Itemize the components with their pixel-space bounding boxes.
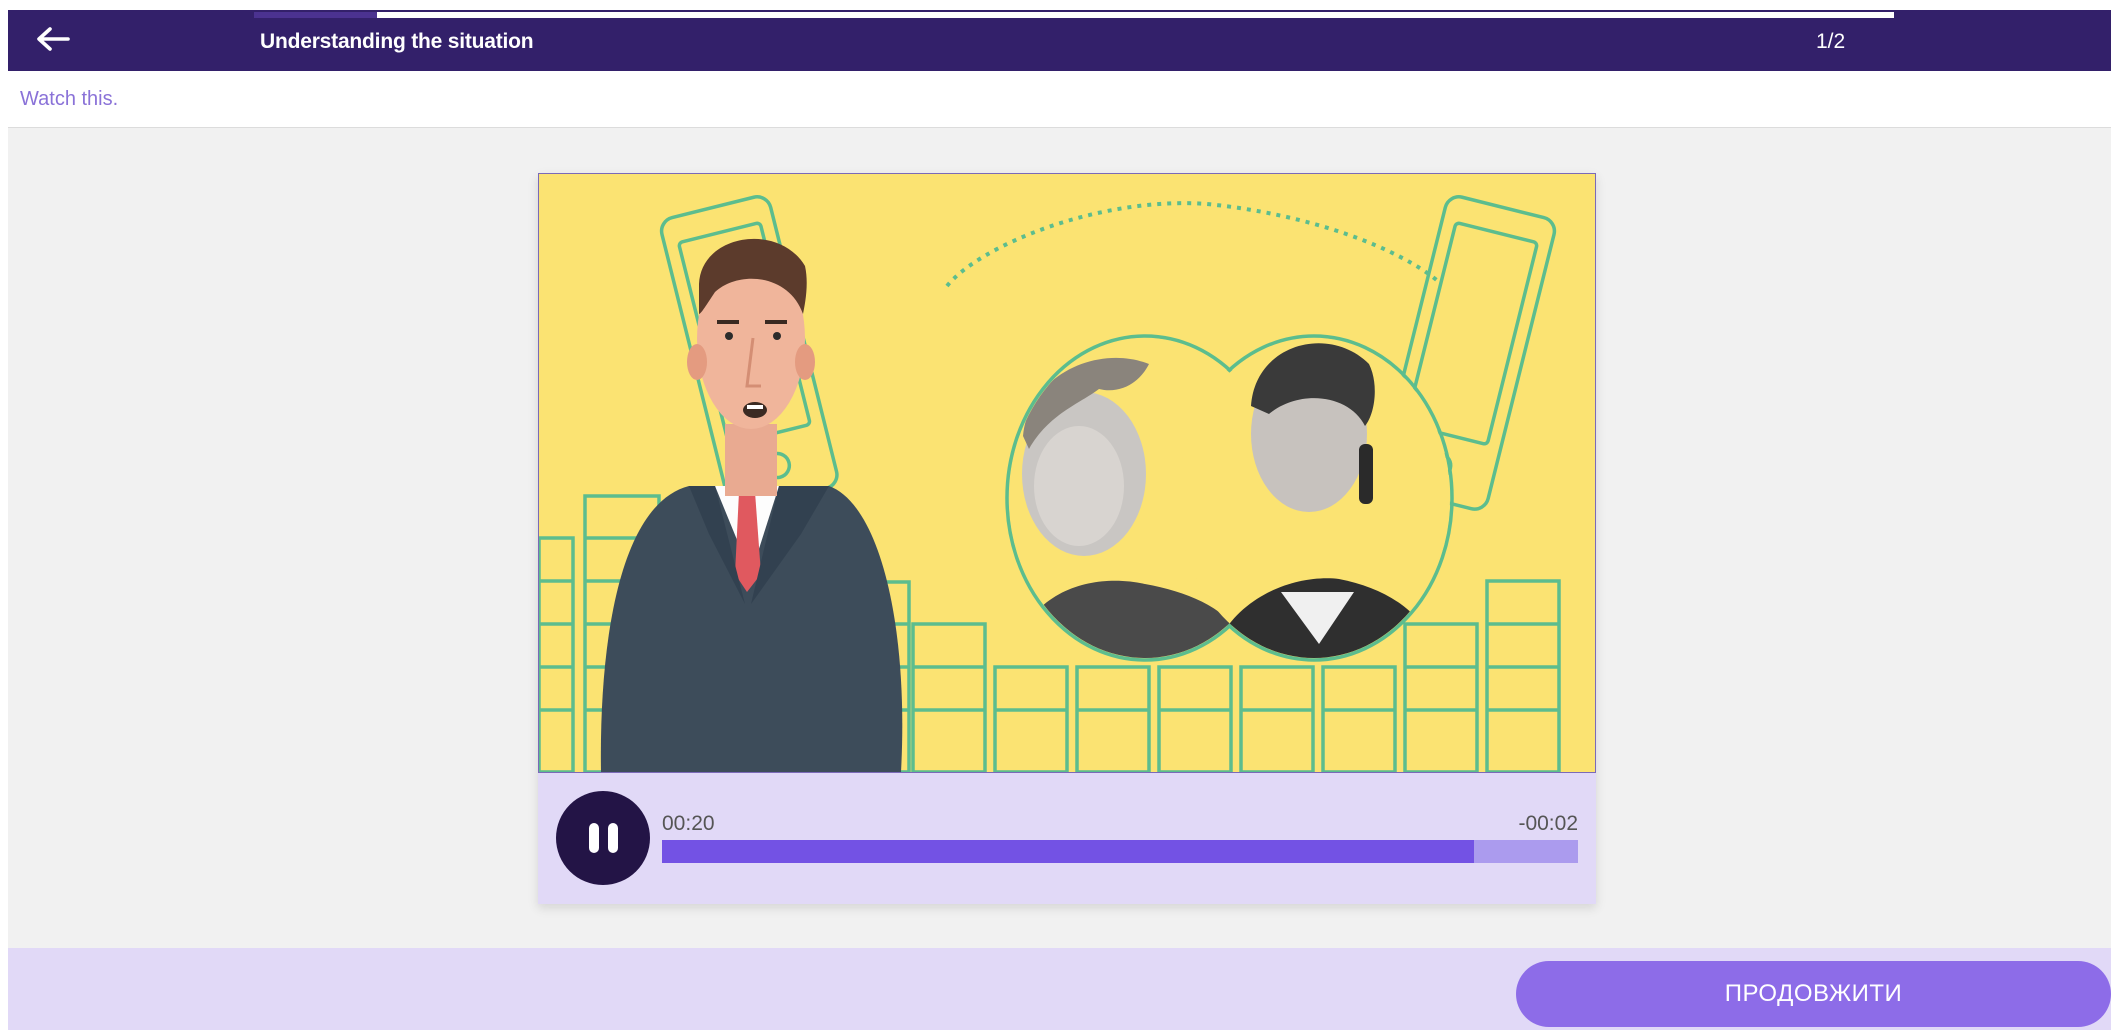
video-illustration xyxy=(539,174,1595,772)
pause-button[interactable] xyxy=(556,791,650,885)
lesson-title: Understanding the situation xyxy=(260,30,534,53)
window-edge xyxy=(0,0,8,1030)
instruction-bar: Watch this. xyxy=(8,71,2111,128)
back-button[interactable] xyxy=(30,16,76,62)
video-frame[interactable] xyxy=(538,173,1596,773)
step-counter: 1/2 xyxy=(1816,30,1846,53)
seek-bar-fill xyxy=(662,840,1475,863)
seek-bar[interactable] xyxy=(662,840,1578,863)
lesson-header: Understanding the situation 1/2 xyxy=(8,10,2111,71)
footer-bar: ПРОДОВЖИТИ xyxy=(8,948,2111,1030)
instruction-text: Watch this. xyxy=(20,88,119,110)
remaining-time: -00:02 xyxy=(1518,812,1578,835)
pause-icon xyxy=(588,823,618,853)
continue-button[interactable]: ПРОДОВЖИТИ xyxy=(1516,961,2111,1027)
player-controls: 00:20 -00:02 xyxy=(538,773,1596,904)
current-time: 00:20 xyxy=(662,812,715,835)
lesson-progress-fill xyxy=(254,12,377,18)
lesson-progress-bar xyxy=(254,12,1894,18)
arrow-left-icon xyxy=(37,27,70,51)
video-player: 00:20 -00:02 xyxy=(538,173,1596,904)
